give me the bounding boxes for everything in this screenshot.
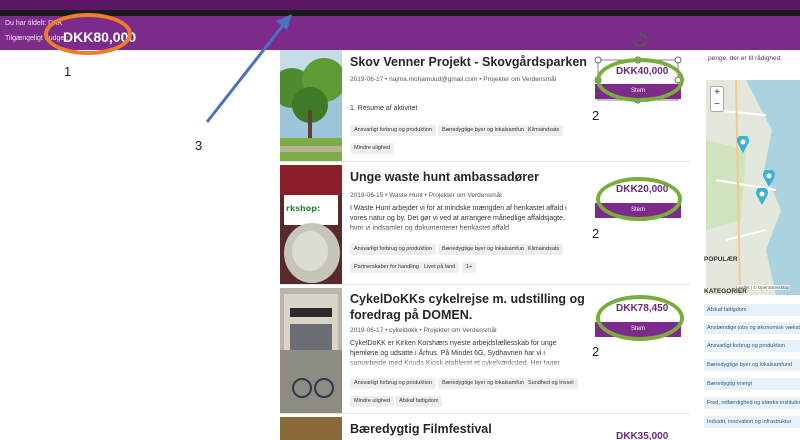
- project-title[interactable]: Unge waste hunt ambassadører: [350, 169, 539, 186]
- category-tag[interactable]: Afskaf fattigdom: [395, 396, 443, 407]
- category-link[interactable]: Anstændige jobs og økonomisk vækst: [704, 322, 800, 334]
- description-fade: [350, 359, 575, 369]
- annotation-label-1: 1: [64, 64, 72, 79]
- categories-heading: KATEGORIER: [704, 288, 747, 295]
- annotation-label-2: 2: [592, 226, 600, 241]
- category-tag[interactable]: Ansvarligt forbrug og produktion: [350, 244, 436, 255]
- category-link[interactable]: Bæredygtig energi: [704, 378, 800, 390]
- zoom-out-button[interactable]: −: [711, 99, 723, 111]
- category-tag[interactable]: Bæredygtige byer og lokalsamfund: [438, 244, 531, 255]
- map-marker-icon[interactable]: [755, 188, 769, 206]
- sidebar-intro-text: penge, der er til rådighed.: [708, 55, 783, 62]
- category-link[interactable]: Ansvarligt forbrug og produktion: [704, 340, 800, 352]
- vote-highlight-ring: [596, 58, 684, 102]
- project-image: [280, 50, 342, 161]
- map-marker-icon[interactable]: [762, 170, 776, 188]
- popular-heading: POPULÆR: [704, 256, 738, 263]
- project-meta: 2019-06-15 • Waste Hunt • Projekter om V…: [350, 192, 502, 199]
- project-title[interactable]: Skov Venner Projekt - Skovgårdsparken: [350, 54, 587, 71]
- annotation-label-2: 2: [592, 344, 600, 359]
- project-image: [280, 417, 342, 440]
- category-tag[interactable]: Klimaindsats: [524, 244, 564, 255]
- category-tag[interactable]: Bæredygtige byer og lokalsamfund: [438, 378, 531, 389]
- category-link[interactable]: Industri, innovation og infrastruktur: [704, 416, 800, 428]
- category-link[interactable]: Afskaf fattigdom: [704, 304, 800, 316]
- svg-text:rkshop:: rkshop:: [286, 204, 320, 213]
- rotate-icon[interactable]: [630, 30, 650, 50]
- project-meta: 2019-06-17 • najma.mohamoud@gmail.com • …: [350, 76, 557, 83]
- annotation-label-2: 2: [592, 108, 600, 123]
- map-marker-icon[interactable]: [736, 136, 750, 154]
- category-link[interactable]: Fred, retfærdighed og stærke institution…: [704, 397, 800, 409]
- category-tag[interactable]: Sundhed og trivsel: [524, 378, 578, 389]
- project-image: [280, 288, 342, 413]
- project-title-continued[interactable]: foredrag på DOMEN.: [350, 307, 472, 324]
- project-title[interactable]: Bæredygtig Filmfestival: [350, 421, 492, 438]
- category-tag[interactable]: Bæredygtige byer og lokalsamfund: [438, 125, 531, 136]
- project-image: rkshop:: [280, 165, 342, 284]
- map-zoom-control[interactable]: + −: [710, 86, 724, 112]
- project-title[interactable]: CykelDoKKs cykelrejse m. udstilling og: [350, 291, 585, 308]
- vote-amount: DKK35,000: [616, 431, 669, 440]
- more-tags-badge[interactable]: 1+: [462, 262, 477, 273]
- category-tag[interactable]: Partnerskaber for handling: [350, 262, 423, 273]
- category-tag[interactable]: Ansvarligt forbrug og produktion: [350, 378, 436, 389]
- vote-highlight-ring: [596, 295, 684, 341]
- category-tag[interactable]: Mindre ulighed: [350, 143, 395, 154]
- right-sidebar: penge, der er til rådighed. + − Leaflet …: [700, 50, 800, 440]
- category-tag[interactable]: Ansvarligt forbrug og produktion: [350, 125, 436, 136]
- project-meta: 2019-06-17 • cykeldokk • Projekter om Ve…: [350, 327, 497, 334]
- category-tag[interactable]: Livet på land: [420, 262, 460, 273]
- annotation-label-3: 3: [195, 138, 203, 153]
- category-link[interactable]: Bæredygtige byer og lokalsamfund: [704, 359, 800, 371]
- project-description: 1. Resume af aktivitet: [350, 105, 418, 112]
- vote-highlight-ring: [596, 177, 682, 221]
- category-tag[interactable]: Mindre ulighed: [350, 396, 395, 407]
- zoom-in-button[interactable]: +: [711, 87, 723, 99]
- description-fade: [350, 226, 575, 236]
- category-tag[interactable]: Klimaindsats: [524, 125, 564, 136]
